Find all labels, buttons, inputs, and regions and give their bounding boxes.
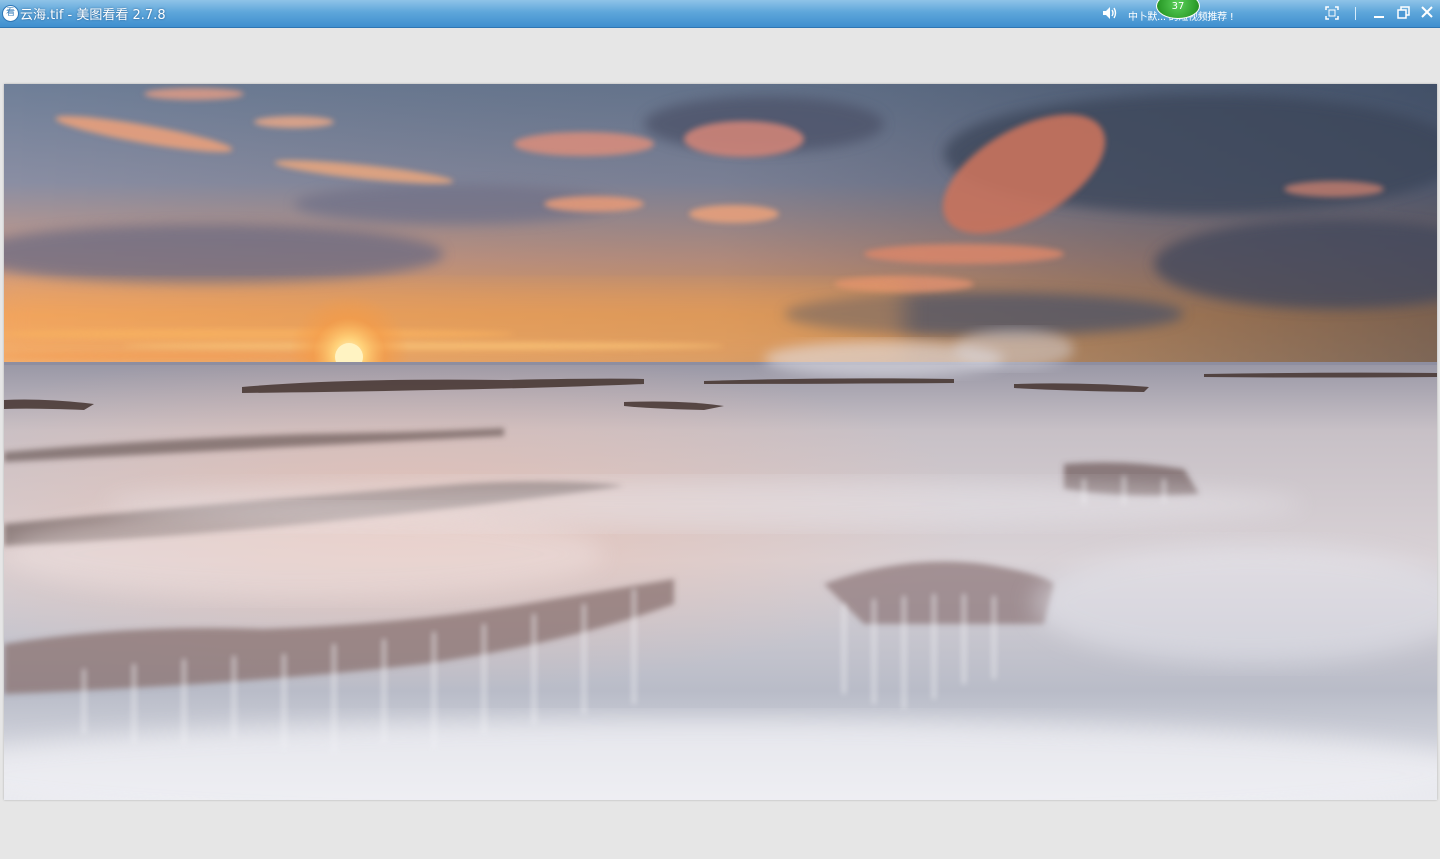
restore-icon xyxy=(1396,6,1410,19)
photo-render xyxy=(4,84,1437,800)
minimize-icon xyxy=(1374,16,1384,18)
restore-button[interactable] xyxy=(1393,3,1413,23)
app-logo-icon: 看 xyxy=(2,5,19,22)
speaker-icon xyxy=(1103,7,1117,19)
titlebar-divider xyxy=(1355,7,1356,20)
title-bar[interactable]: 看 云海.tif - 美图看看 2.7.8 中卜默... 的短视频推荐 ! 37 xyxy=(0,0,1440,28)
image-viewer-canvas[interactable] xyxy=(0,28,1440,859)
fullscreen-button[interactable] xyxy=(1322,3,1342,23)
close-button[interactable] xyxy=(1417,3,1437,23)
app-window: 看 云海.tif - 美图看看 2.7.8 中卜默... 的短视频推荐 ! 37 xyxy=(0,0,1440,859)
close-icon xyxy=(1421,6,1433,18)
window-title: 云海.tif - 美图看看 2.7.8 xyxy=(20,8,166,23)
seascape-photo xyxy=(4,84,1437,800)
volume-button[interactable] xyxy=(1100,3,1120,23)
fullscreen-icon xyxy=(1325,6,1339,20)
minimize-button[interactable] xyxy=(1369,3,1389,23)
